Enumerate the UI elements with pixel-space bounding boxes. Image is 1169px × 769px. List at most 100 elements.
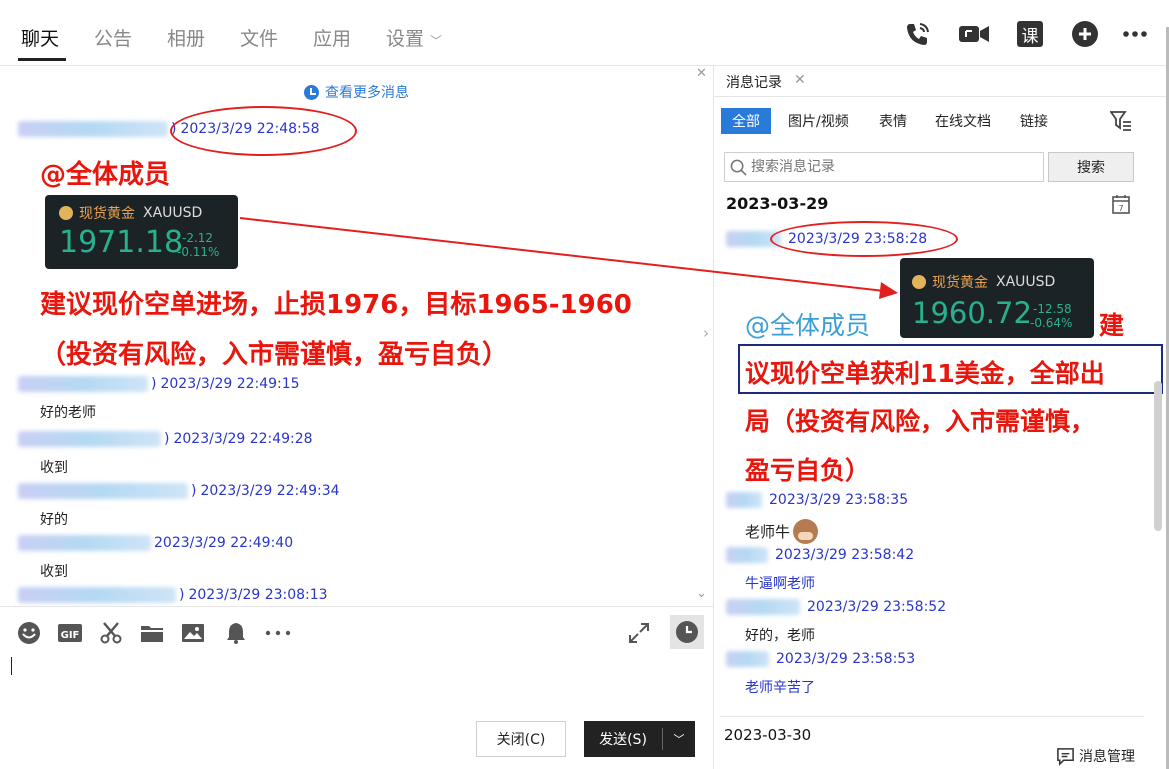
emoji-icon[interactable] <box>17 621 41 645</box>
date-header: 2023-03-30 <box>724 726 812 744</box>
video-call-icon[interactable] <box>958 20 990 48</box>
svg-text:7: 7 <box>1118 204 1123 213</box>
expand-icon[interactable] <box>627 621 651 645</box>
sender-suffix: ) <box>164 431 170 447</box>
message-sender: ) 2023/3/29 23:08:13 <box>18 586 328 604</box>
gold-price-card[interactable]: 现货黄金 XAUUSD 1971.18 -2.12 -0.11% <box>45 195 238 269</box>
gold-coin-icon <box>912 275 926 289</box>
tab-chat[interactable]: 聊天 <box>21 24 59 51</box>
filter-all[interactable]: 全部 <box>721 108 771 134</box>
sender-suffix: ) <box>191 483 197 499</box>
chevron-down-icon: ﹀ <box>430 34 443 48</box>
text-cursor <box>11 657 12 675</box>
top-tab-bar: 聊天 公告 相册 文件 应用 设置 ﹀ 课 <box>0 0 1169 66</box>
mention-all: @全体成员 <box>745 311 871 340</box>
history-message-sender: 2023/3/29 23:58:53 <box>726 651 915 667</box>
history-message-time: 2023/3/29 23:58:35 <box>769 492 909 508</box>
message-management-icon <box>1057 747 1074 766</box>
tab-files[interactable]: 文件 <box>240 24 278 51</box>
trade-advice-line: 建议现价空单进场，止损1976，目标1965-1960 <box>40 290 632 320</box>
gold-card-change: -12.58 -0.64% <box>1030 302 1072 330</box>
view-more-messages-link[interactable]: 查看更多消息 <box>304 82 409 102</box>
tab-settings[interactable]: 设置 ﹀ <box>386 24 442 51</box>
history-search-field[interactable] <box>724 152 1044 182</box>
history-message-sender: 2023/3/29 23:58:42 <box>726 547 914 563</box>
close-button[interactable]: 关闭(C) <box>476 721 566 757</box>
filter-links[interactable]: 链接 <box>1020 108 1048 134</box>
advice-line: 建 <box>1099 311 1125 340</box>
chevron-down-icon[interactable]: ﹀ <box>663 731 695 747</box>
history-tab-title[interactable]: 消息记录 <box>726 72 782 92</box>
blurred-sender-name <box>18 376 148 392</box>
filter-funnel-icon[interactable] <box>1110 110 1132 132</box>
blurred-sender-name <box>18 587 176 603</box>
history-message-time: 2023/3/29 23:58:52 <box>807 599 947 615</box>
close-history-icon[interactable]: ✕ <box>794 72 806 88</box>
gold-card-name: 现货黄金 <box>932 275 988 291</box>
filter-stickers[interactable]: 表情 <box>879 108 907 134</box>
chat-message-list[interactable]: 查看更多消息 ✕ ) 2023/3/29 22:48:58 @全体成员 现货黄金… <box>0 66 713 606</box>
history-divider <box>720 716 1144 717</box>
folder-icon[interactable] <box>140 621 164 645</box>
image-icon[interactable] <box>181 621 205 645</box>
gold-price-card[interactable]: 现货黄金 XAUUSD 1960.72 -12.58 -0.64% <box>900 258 1094 338</box>
history-clock-icon[interactable] <box>670 615 704 649</box>
message-time: 2023/3/29 22:49:15 <box>160 376 300 392</box>
scroll-down-icon[interactable]: ⌄ <box>696 586 707 601</box>
send-button-label: 发送(S) <box>599 732 647 748</box>
filter-online-docs[interactable]: 在线文档 <box>935 108 991 134</box>
collapse-panel-icon[interactable]: › <box>703 324 709 342</box>
scissors-icon[interactable] <box>99 621 123 645</box>
gold-card-change-value: -12.58 <box>1033 302 1072 316</box>
history-message-time: 2023/3/29 23:58:42 <box>775 547 915 563</box>
message-sender: ) 2023/3/29 22:49:28 <box>18 430 313 448</box>
tab-announcement[interactable]: 公告 <box>94 24 132 51</box>
clock-icon <box>304 84 319 100</box>
date-header: 2023-03-29 <box>726 194 829 213</box>
more-options-icon[interactable] <box>1121 20 1149 48</box>
gold-card-symbol: XAUUSD <box>143 205 203 221</box>
filter-media[interactable]: 图片/视频 <box>788 108 849 134</box>
tab-apps[interactable]: 应用 <box>313 24 351 51</box>
blurred-sender-name <box>726 651 769 667</box>
message-management-button[interactable]: 消息管理 <box>1056 746 1135 766</box>
gold-coin-icon <box>59 206 73 220</box>
history-scrollbar[interactable] <box>1154 381 1162 531</box>
risk-disclaimer-line: （投资有风险，入市需谨慎，盈亏自负） <box>40 340 509 370</box>
tab-settings-label: 设置 <box>386 28 425 50</box>
gold-card-header: 现货黄金 XAUUSD <box>59 203 202 223</box>
calendar-icon[interactable]: 7 <box>1112 194 1130 214</box>
tab-album[interactable]: 相册 <box>167 24 205 51</box>
gold-card-change: -2.12 -0.11% <box>177 231 219 259</box>
send-button[interactable]: 发送(S) ﹀ <box>584 721 695 757</box>
gif-icon[interactable]: GIF <box>57 621 83 645</box>
cow-snout <box>798 531 814 540</box>
course-button[interactable]: 课 <box>1016 20 1044 48</box>
message-history-panel: 消息记录 ✕ 全部 图片/视频 表情 在线文档 链接 搜索 2023-03-29… <box>714 66 1166 769</box>
gold-card-change-pct: -0.11% <box>177 245 220 259</box>
message-time: 2023/3/29 22:49:34 <box>200 483 340 499</box>
more-tools-icon[interactable] <box>264 621 292 645</box>
collapse-icon[interactable]: ✕ <box>696 66 707 81</box>
message-text: 收到 <box>40 460 68 476</box>
gold-card-price: 1971.18 <box>59 225 184 260</box>
message-time: 2023/3/29 22:49:28 <box>173 431 313 447</box>
blurred-sender-name <box>18 431 161 447</box>
course-icon: 课 <box>1017 21 1043 47</box>
red-circle-annotation <box>170 106 357 156</box>
blurred-sender-name <box>18 535 151 551</box>
add-icon[interactable] <box>1071 20 1099 48</box>
search-icon <box>725 159 751 176</box>
blurred-sender-name <box>726 547 768 563</box>
message-time: 2023/3/29 22:49:40 <box>154 535 294 551</box>
phone-call-icon[interactable] <box>903 20 931 48</box>
sender-suffix: ) <box>151 376 157 392</box>
history-search-input[interactable] <box>751 153 1031 181</box>
search-button[interactable]: 搜索 <box>1048 152 1134 182</box>
history-message-sender: 2023/3/29 23:58:35 <box>726 492 908 508</box>
bell-icon[interactable] <box>224 621 248 645</box>
gold-card-header: 现货黄金 XAUUSD <box>912 272 1055 292</box>
advice-line: 议现价空单获利11美金，全部出 <box>745 359 1105 388</box>
view-more-messages-label: 查看更多消息 <box>325 85 409 101</box>
advice-line: 局（投资有风险，入市需谨慎， <box>745 407 1096 436</box>
